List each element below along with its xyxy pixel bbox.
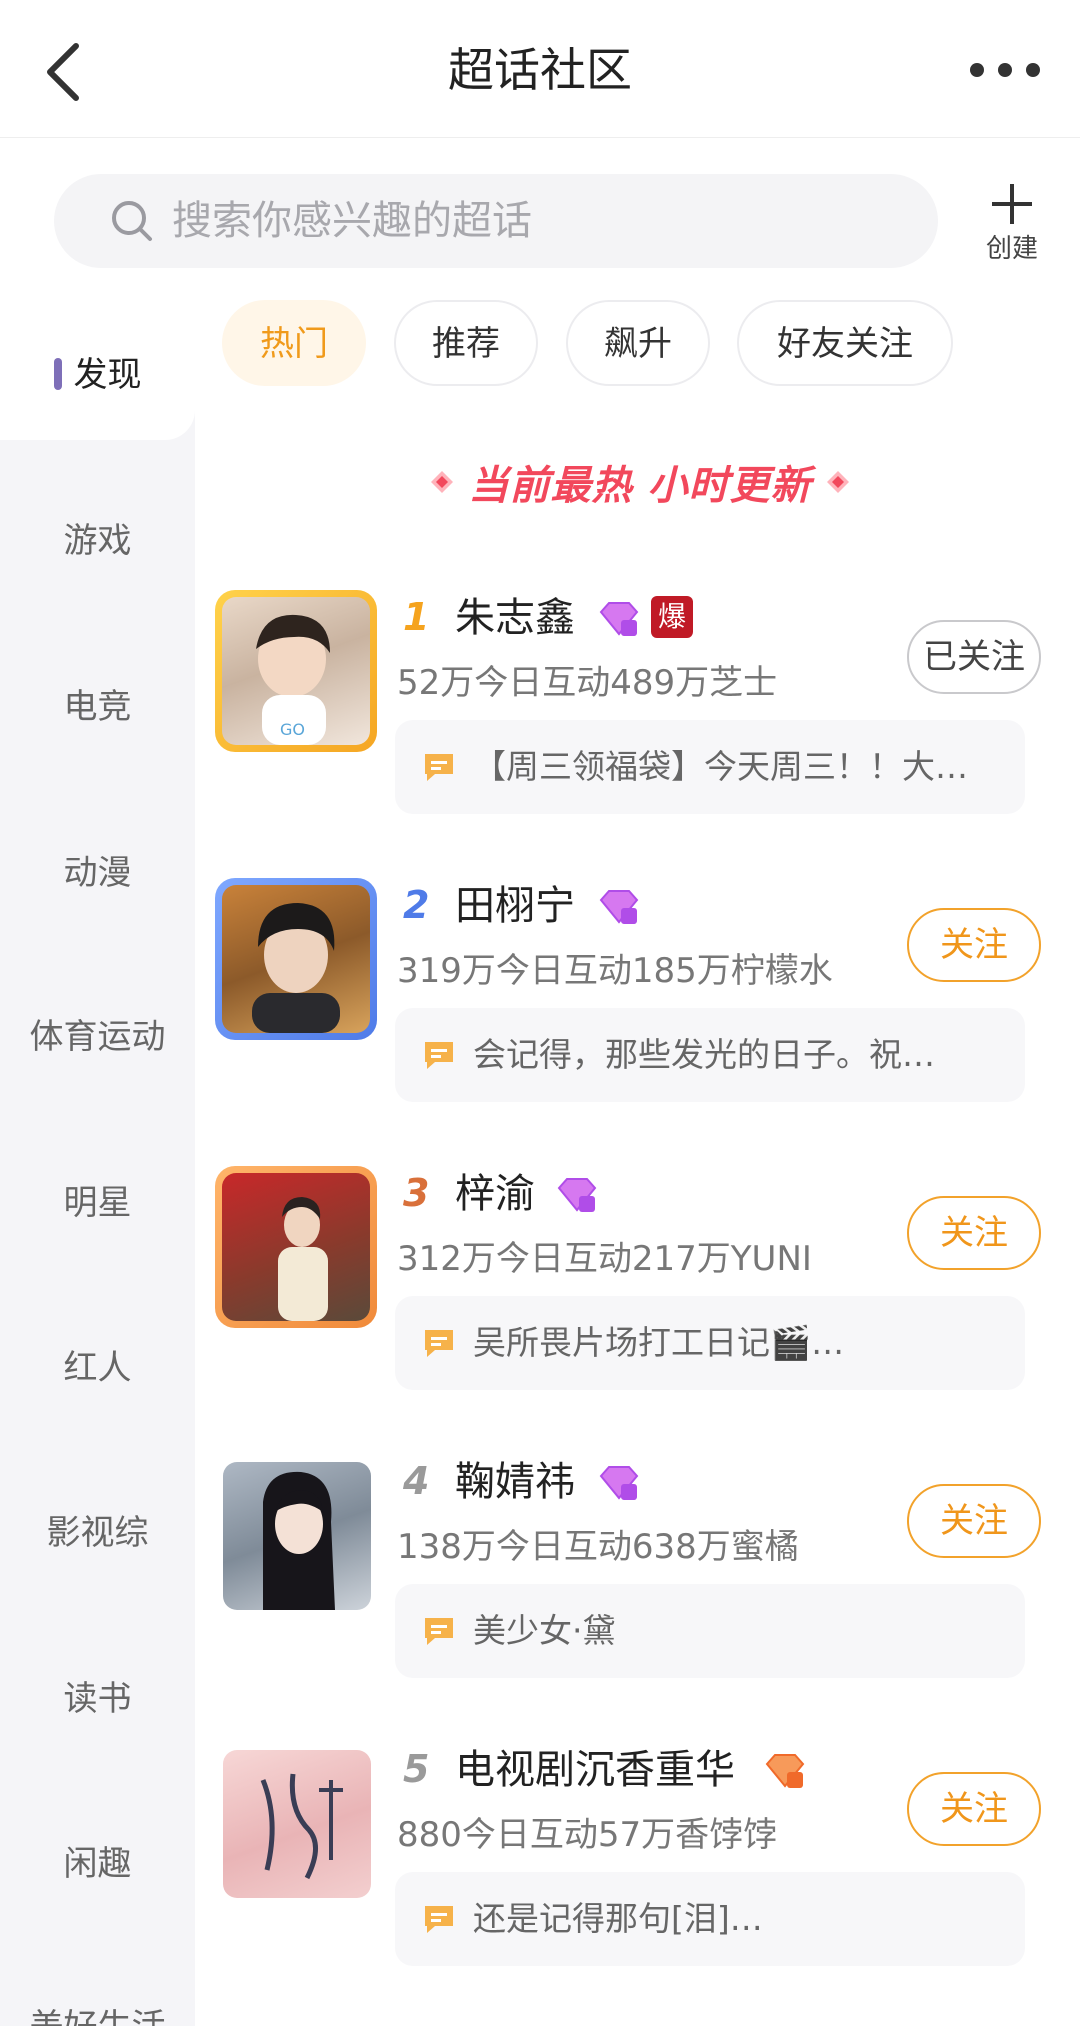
post-preview: 吴所畏片场打工日记🎬… [473, 1323, 845, 1362]
avatar[interactable] [215, 878, 377, 1040]
sidebar-item-film-tv[interactable]: 影视综 [0, 1508, 195, 1558]
topic-name: 电视剧沉香重华 [455, 1747, 735, 1793]
sidebar-item-stars[interactable]: 明星 [0, 1178, 195, 1228]
rank-number: 5 [403, 1747, 430, 1791]
topic-item[interactable]: 3 梓渝 312万今日互动217万YUNI 吴所畏片场打工日记🎬… 关注 [195, 1166, 1080, 1446]
avatar[interactable] [223, 1462, 371, 1610]
sidebar-item-sports[interactable]: 体育运动 [0, 1012, 195, 1062]
comment-icon [421, 1614, 457, 1648]
topic-item[interactable]: 2 田栩宁 319万今日互动185万柠檬水 会记得，那些发光的日子。祝… 关注 [195, 878, 1080, 1158]
latest-post[interactable]: 会记得，那些发光的日子。祝… [395, 1008, 1025, 1102]
rank-number: 4 [403, 1459, 430, 1503]
active-indicator [53, 358, 62, 390]
page-title: 超话社区 [448, 43, 632, 97]
topic-name: 梓渝 [455, 1171, 535, 1217]
search-icon [110, 199, 154, 243]
sidebar-item-label: 发现 [73, 355, 142, 395]
sidebar-item-reading[interactable]: 读书 [0, 1674, 195, 1724]
tab-rising[interactable]: 飙升 [566, 300, 710, 386]
post-preview: 美少女·黛 [473, 1611, 616, 1650]
topic-item[interactable]: 5 电视剧沉香重华 880今日互动57万香饽饽 还是记得那句[泪]… 关注 [195, 1742, 1080, 2022]
topic-item[interactable]: 4 鞠婧祎 138万今日互动638万蜜橘 美少女·黛 关注 [195, 1454, 1080, 1734]
topic-name: 朱志鑫 [455, 595, 575, 641]
topic-stats: 319万今日互动185万柠檬水 [397, 951, 833, 991]
topic-stats: 52万今日互动489万芝士 [397, 663, 778, 703]
topic-stats: 312万今日互动217万YUNI [397, 1239, 812, 1279]
diamond-deco-icon [825, 469, 851, 495]
banner-text: 当前最热 小时更新 [468, 463, 812, 509]
create-label: 创建 [985, 234, 1038, 264]
more-options-icon[interactable] [970, 50, 1040, 90]
svg-text:GO: GO [280, 720, 305, 739]
post-preview: 还是记得那句[泪]… [473, 1899, 763, 1938]
topic-item[interactable]: GO 1 朱志鑫 爆 52万今日互动489万芝士 【周三领福袋】今天周三！！大…… [195, 590, 1080, 870]
comment-icon [421, 1326, 457, 1360]
sidebar-item-esports[interactable]: 电竞 [0, 682, 195, 732]
follow-button[interactable]: 关注 [907, 908, 1041, 982]
tab-friends-following[interactable]: 好友关注 [737, 300, 953, 386]
sidebar-item-influencers[interactable]: 红人 [0, 1343, 195, 1393]
post-preview: 【周三领福袋】今天周三！！大… [473, 747, 968, 786]
topic-name: 田栩宁 [455, 883, 575, 929]
sidebar-item-good-life[interactable]: 美好生活 [0, 2002, 195, 2026]
latest-post[interactable]: 【周三领福袋】今天周三！！大… [395, 720, 1025, 814]
follow-button[interactable]: 关注 [907, 1484, 1041, 1558]
search-placeholder: 搜索你感兴趣的超话 [172, 198, 532, 244]
topic-name: 鞠婧祎 [455, 1459, 575, 1505]
avatar[interactable] [215, 1166, 377, 1328]
diamond-level-icon [597, 600, 641, 640]
create-button[interactable]: 创建 [972, 178, 1052, 268]
latest-post[interactable]: 还是记得那句[泪]… [395, 1872, 1025, 1966]
comment-icon [421, 1902, 457, 1936]
sidebar-item-discover[interactable]: 发现 [0, 350, 195, 400]
follow-button[interactable]: 关注 [907, 1772, 1041, 1846]
top-nav-bar: 超话社区 [0, 0, 1080, 138]
hot-badge: 爆 [651, 596, 693, 638]
avatar[interactable] [223, 1750, 371, 1898]
diamond-deco-icon [429, 469, 455, 495]
latest-post[interactable]: 吴所畏片场打工日记🎬… [395, 1296, 1025, 1390]
diamond-level-icon [597, 1464, 641, 1504]
topic-stats: 138万今日互动638万蜜橘 [397, 1527, 799, 1567]
sidebar-item-games[interactable]: 游戏 [0, 516, 195, 566]
comment-icon [421, 1038, 457, 1072]
sidebar-item-anime[interactable]: 动漫 [0, 848, 195, 898]
comment-icon [421, 750, 457, 784]
sidebar-item-leisure[interactable]: 闲趣 [0, 1839, 195, 1889]
rank-number: 1 [403, 595, 430, 639]
diamond-level-icon [597, 888, 641, 928]
avatar[interactable]: GO [215, 590, 377, 752]
following-button[interactable]: 已关注 [907, 620, 1041, 694]
rank-number: 3 [403, 1171, 430, 1215]
plus-icon [992, 184, 1032, 224]
search-bar[interactable]: 搜索你感兴趣的超话 [54, 174, 938, 268]
rank-number: 2 [403, 883, 430, 927]
post-preview: 会记得，那些发光的日子。祝… [473, 1035, 935, 1074]
hot-ranking-banner: 当前最热 小时更新 [400, 452, 880, 512]
tab-recommended[interactable]: 推荐 [394, 300, 538, 386]
follow-button[interactable]: 关注 [907, 1196, 1041, 1270]
latest-post[interactable]: 美少女·黛 [395, 1584, 1025, 1678]
topic-stats: 880今日互动57万香饽饽 [397, 1815, 778, 1855]
diamond-level-icon [555, 1176, 599, 1216]
tab-hot[interactable]: 热门 [222, 300, 366, 386]
diamond-level-icon [763, 1752, 807, 1792]
